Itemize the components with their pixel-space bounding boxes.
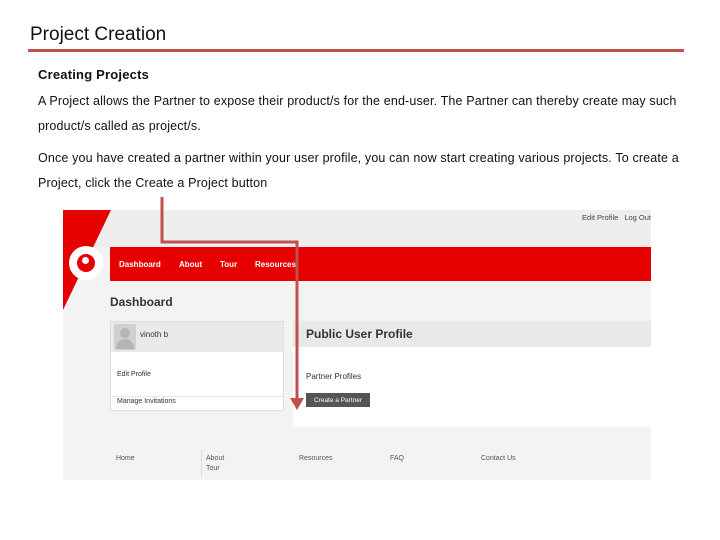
arrow-head-icon [290, 398, 304, 410]
arrow-line [160, 197, 299, 398]
callout-arrow [160, 197, 304, 410]
